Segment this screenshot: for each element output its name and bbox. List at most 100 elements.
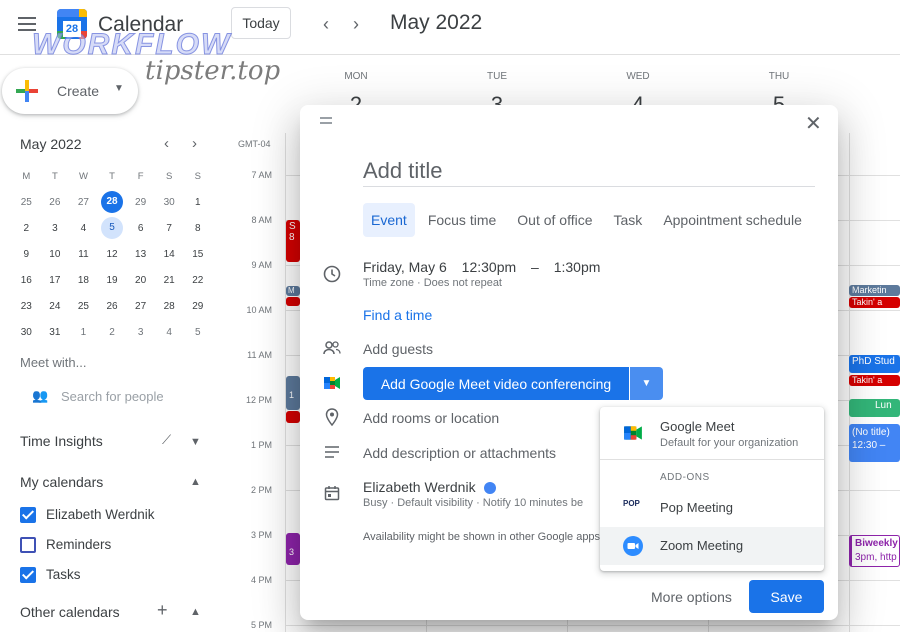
create-button[interactable]: Create ▼ xyxy=(2,68,138,114)
mini-day[interactable]: 3 xyxy=(41,223,70,234)
mini-day[interactable]: 21 xyxy=(155,275,184,286)
event-no-title[interactable]: (No title) 12:30 – xyxy=(849,424,900,462)
chevron-up-icon[interactable]: ▲ xyxy=(190,606,201,618)
mini-day[interactable]: 8 xyxy=(183,223,212,234)
calendar-checkbox-tasks[interactable] xyxy=(20,567,36,583)
calendar-checkbox-elizabeth[interactable] xyxy=(20,507,36,523)
mini-day[interactable]: 19 xyxy=(98,275,127,286)
mini-prev-icon[interactable]: ‹ xyxy=(164,135,169,152)
mini-day[interactable]: 12 xyxy=(98,249,127,260)
mini-day[interactable]: 30 xyxy=(155,197,184,208)
tab-appointment-schedule[interactable]: Appointment schedule xyxy=(655,203,810,237)
mini-day[interactable]: 25 xyxy=(69,301,98,312)
mini-day[interactable]: 27 xyxy=(69,197,98,208)
event-start-time[interactable]: 12:30pm xyxy=(462,259,516,275)
mini-day[interactable]: 29 xyxy=(126,197,155,208)
prev-week-icon[interactable]: ‹ xyxy=(316,14,336,35)
close-icon[interactable]: ✕ xyxy=(805,111,822,136)
mini-weekday-label: M xyxy=(22,170,31,182)
calendar-checkbox-reminders[interactable] xyxy=(20,537,36,553)
mini-day[interactable]: 11 xyxy=(69,249,98,260)
mini-day[interactable]: 28 xyxy=(98,191,127,213)
tab-out-of-office[interactable]: Out of office xyxy=(509,203,600,237)
my-calendars-label[interactable]: My calendars xyxy=(20,474,103,490)
mini-day[interactable]: 23 xyxy=(12,301,41,312)
event-block[interactable] xyxy=(286,411,300,423)
add-guests-field[interactable]: Add guests xyxy=(363,341,433,357)
mini-day[interactable]: 2 xyxy=(98,327,127,338)
chevron-down-icon[interactable]: ▼ xyxy=(190,436,201,448)
mini-day[interactable]: 28 xyxy=(155,301,184,312)
event-takin-a[interactable]: Takin' a xyxy=(849,375,900,386)
event-block[interactable]: S 8 xyxy=(286,220,300,262)
owner-settings[interactable]: Busy · Default visibility · Notify 10 mi… xyxy=(363,497,603,509)
mini-day[interactable]: 24 xyxy=(41,301,70,312)
add-location-field[interactable]: Add rooms or location xyxy=(363,410,499,426)
mini-day[interactable]: 10 xyxy=(41,249,70,260)
calendar-owner[interactable]: Elizabeth Werdnik xyxy=(363,479,496,495)
mini-day[interactable]: 4 xyxy=(155,327,184,338)
event-block[interactable]: 3 xyxy=(286,533,300,565)
event-biweekly[interactable]: Biweekly 3pm, http xyxy=(849,535,900,567)
menu-item-zoom-meeting[interactable]: Zoom Meeting xyxy=(660,538,743,553)
event-marketing[interactable]: Marketin xyxy=(849,285,900,296)
mini-day[interactable]: 5 xyxy=(183,327,212,338)
event-title-input[interactable] xyxy=(363,156,815,187)
mini-day[interactable]: 3 xyxy=(126,327,155,338)
other-calendars-label[interactable]: Other calendars xyxy=(20,604,120,620)
timezone-repeat-link[interactable]: Time zone · Does not repeat xyxy=(363,277,502,289)
event-block[interactable]: M xyxy=(286,286,300,296)
add-google-meet-button[interactable]: Add Google Meet video conferencing xyxy=(363,367,629,400)
event-block[interactable] xyxy=(286,297,300,306)
mini-day[interactable]: 4 xyxy=(69,223,98,234)
mini-day[interactable]: 1 xyxy=(69,327,98,338)
mini-day[interactable]: 5 xyxy=(98,217,127,239)
event-block[interactable]: 1 xyxy=(286,376,300,410)
mini-day[interactable]: 27 xyxy=(126,301,155,312)
mini-day[interactable]: 9 xyxy=(12,249,41,260)
tab-event[interactable]: Event xyxy=(363,203,415,237)
insights-chart-icon[interactable]: ⟋ xyxy=(162,432,171,448)
mini-day[interactable]: 7 xyxy=(155,223,184,234)
more-options-button[interactable]: More options xyxy=(651,589,732,605)
drag-handle-icon[interactable] xyxy=(320,117,332,127)
mini-day[interactable]: 26 xyxy=(41,197,70,208)
add-description-field[interactable]: Add description or attachments xyxy=(363,445,556,461)
chevron-up-icon[interactable]: ▲ xyxy=(190,476,201,488)
event-date[interactable]: Friday, May 6 xyxy=(363,259,447,275)
next-week-icon[interactable]: › xyxy=(346,14,366,35)
event-lunch[interactable]: Lun xyxy=(849,399,900,417)
tab-task[interactable]: Task xyxy=(606,203,651,237)
mini-day[interactable]: 26 xyxy=(98,301,127,312)
mini-day[interactable]: 25 xyxy=(12,197,41,208)
today-button[interactable]: Today xyxy=(231,7,291,39)
find-a-time-link[interactable]: Find a time xyxy=(363,307,432,323)
mini-day[interactable]: 17 xyxy=(41,275,70,286)
mini-day[interactable]: 20 xyxy=(126,275,155,286)
event-phd-study[interactable]: PhD Stud xyxy=(849,355,900,373)
mini-day[interactable]: 29 xyxy=(183,301,212,312)
time-insights-label[interactable]: Time Insights xyxy=(20,433,103,449)
mini-next-icon[interactable]: › xyxy=(192,135,197,152)
mini-day[interactable]: 15 xyxy=(183,249,212,260)
mini-day[interactable]: 18 xyxy=(69,275,98,286)
mini-day[interactable]: 14 xyxy=(155,249,184,260)
mini-day[interactable]: 13 xyxy=(126,249,155,260)
menu-item-pop-meeting[interactable]: Pop Meeting xyxy=(660,500,733,515)
event-end-time[interactable]: 1:30pm xyxy=(554,259,601,275)
search-people-field[interactable]: 👥 Search for people xyxy=(20,380,210,412)
mini-day[interactable]: 6 xyxy=(126,223,155,234)
mini-day[interactable]: 2 xyxy=(12,223,41,234)
conferencing-dropdown-icon[interactable]: ▼ xyxy=(630,367,663,400)
mini-day[interactable]: 22 xyxy=(183,275,212,286)
save-button[interactable]: Save xyxy=(749,580,824,613)
menu-item-google-meet[interactable]: Google Meet xyxy=(660,419,734,434)
add-calendar-icon[interactable]: + xyxy=(157,600,168,621)
mini-day[interactable]: 1 xyxy=(183,197,212,208)
mini-day[interactable]: 16 xyxy=(12,275,41,286)
event-takin-a[interactable]: Takin' a xyxy=(849,297,900,308)
event-datetime[interactable]: Friday, May 6 12:30pm – 1:30pm xyxy=(363,259,611,275)
mini-day[interactable]: 31 xyxy=(41,327,70,338)
tab-focus-time[interactable]: Focus time xyxy=(420,203,504,237)
mini-day[interactable]: 30 xyxy=(12,327,41,338)
